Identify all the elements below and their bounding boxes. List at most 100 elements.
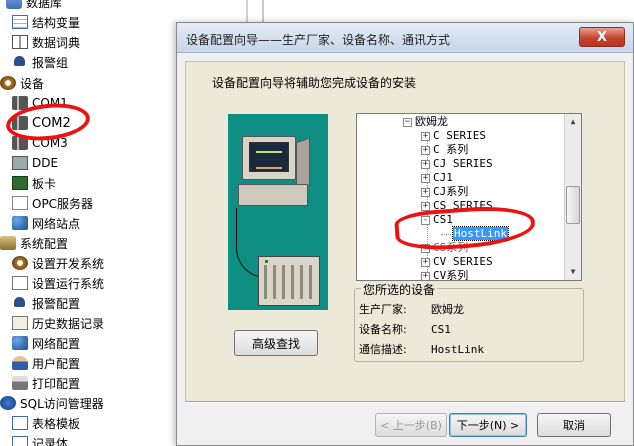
tree-node-label: CJ SERIES — [433, 157, 493, 170]
scroll-up-icon[interactable]: ▲ — [565, 114, 581, 130]
tree-node[interactable]: + C SERIES — [421, 129, 486, 143]
comm-label: 通信描述: — [359, 343, 407, 356]
tree-node-label: CV系列 — [433, 269, 469, 281]
prev-label: < 上一步(B) — [380, 419, 442, 432]
tree-node-label: CS SERIES — [433, 199, 493, 212]
expand-icon[interactable]: + — [421, 159, 430, 169]
cancel-button[interactable]: 取消 — [537, 413, 611, 437]
tree-node[interactable]: + CJ SERIES — [421, 157, 493, 171]
tree-node[interactable]: + CS SERIES — [421, 199, 493, 213]
expand-icon[interactable]: + — [421, 257, 430, 267]
serial-port-icon — [12, 136, 28, 150]
expand-icon[interactable]: + — [421, 145, 430, 155]
expand-icon[interactable]: + — [421, 131, 430, 141]
tree-item-label: 设备 — [20, 76, 45, 91]
tree-item-board[interactable]: 板卡 — [12, 173, 56, 193]
tree-node[interactable]: + CV SERIES — [421, 255, 493, 269]
close-button[interactable]: X — [579, 27, 625, 47]
tree-item-label: 板卡 — [32, 176, 57, 191]
history-icon — [12, 316, 28, 330]
tree-node[interactable]: + CJ1 — [421, 171, 453, 185]
table-icon — [12, 15, 28, 29]
expand-icon[interactable]: + — [421, 187, 430, 197]
tree-item-devices[interactable]: 设备 — [0, 73, 44, 93]
tree-item-print-config[interactable]: 打印配置 — [12, 373, 80, 393]
expand-icon[interactable]: + — [421, 173, 430, 183]
expand-icon[interactable]: + — [421, 201, 430, 211]
expand-icon[interactable]: + — [421, 243, 430, 253]
tree-item-network-config[interactable]: 网络配置 — [12, 333, 80, 353]
device-icon — [0, 76, 16, 90]
collapse-icon[interactable]: - — [421, 215, 430, 225]
tree-item-com1[interactable]: COM1 — [12, 93, 68, 113]
tree-item-user-config[interactable]: 用户配置 — [12, 353, 80, 373]
tree-node[interactable]: + CJ系列 — [421, 185, 468, 199]
tree-item-table-template[interactable]: 表格模板 — [12, 413, 80, 433]
tree-node-cs1[interactable]: - CS1 — [421, 213, 453, 227]
tree-item-sql-manager[interactable]: SQL访问管理器 — [0, 393, 104, 413]
scrollbar-thumb[interactable] — [566, 186, 580, 224]
tree-item-label: 表格模板 — [32, 416, 81, 431]
tree-item-alarm-group[interactable]: 报警组 — [12, 52, 68, 72]
tree-node[interactable]: + CS系列 — [421, 241, 468, 255]
tree-item-label: 用户配置 — [32, 356, 81, 371]
plc-icon — [258, 256, 320, 306]
dialog-title: 设备配置向导——生产厂家、设备名称、通讯方式 — [186, 33, 451, 47]
manufacturer-label: 生产厂家: — [359, 303, 407, 316]
tree-item-history[interactable]: 历史数据记录 — [12, 313, 104, 333]
system-icon — [0, 236, 16, 250]
device-name-label: 设备名称: — [359, 323, 407, 336]
tree-item-dev-system[interactable]: 设置开发系统 — [12, 253, 104, 273]
user-icon — [12, 356, 28, 370]
tree-node-label: 欧姆龙 — [415, 115, 448, 128]
dialog-titlebar[interactable]: 设备配置向导——生产厂家、设备名称、通讯方式 X — [177, 23, 633, 53]
tree-node-hostlink[interactable]: HostLink — [441, 226, 509, 241]
tree-item-label: 设置开发系统 — [32, 256, 105, 271]
vertical-scrollbar[interactable]: ▲ ▼ — [564, 114, 581, 280]
next-button[interactable]: 下一步(N) > — [449, 413, 527, 437]
intro-text: 设备配置向导将辅助您完成设备的安装 — [212, 76, 417, 90]
tree-item-system-config[interactable]: 系统配置 — [0, 233, 68, 253]
prev-button[interactable]: < 上一步(B) — [375, 413, 447, 437]
advanced-search-label: 高级查找 — [251, 336, 300, 351]
tree-node-omron[interactable]: − 欧姆龙 — [403, 115, 448, 129]
tree-node-label: CS系列 — [433, 241, 469, 254]
tree-item-alarm-config[interactable]: 报警配置 — [12, 293, 80, 313]
network-icon — [12, 336, 28, 350]
tree-item-struct-vars[interactable]: 结构变量 — [12, 12, 80, 32]
scroll-down-icon[interactable]: ▼ — [565, 264, 581, 280]
serial-port-icon — [12, 96, 28, 110]
tree-item-label: 设置运行系统 — [32, 276, 105, 291]
button-separator — [185, 401, 625, 403]
tree-item-opc-server[interactable]: OPC服务器 — [12, 193, 93, 213]
tree-node[interactable]: + CV系列 — [421, 269, 469, 281]
database-icon — [6, 0, 22, 9]
tree-item-database[interactable]: 数据库 — [6, 0, 62, 12]
collapse-icon[interactable]: − — [403, 117, 412, 127]
dialog-body: 设备配置向导将辅助您完成设备的安装 高级查找 − 欧姆龙 + C SERIES + C… — [185, 61, 625, 403]
tree-node-label: CJ1 — [433, 171, 453, 184]
tree-node[interactable]: + C 系列 — [421, 143, 468, 157]
tree-item-com2[interactable]: COM2 — [12, 113, 71, 133]
tree-node-label: CS1 — [433, 213, 453, 226]
comm-row: 通信描述: HostLink — [359, 341, 484, 357]
tree-item-label: COM2 — [32, 115, 71, 131]
alarm-icon — [12, 55, 28, 69]
device-tree[interactable]: − 欧姆龙 + C SERIES + C 系列 + CJ SERIES + CJ1 + CJ… — [356, 113, 582, 281]
card-icon — [12, 176, 28, 190]
tree-item-label: 历史数据记录 — [32, 316, 105, 331]
expand-icon[interactable]: + — [421, 271, 430, 280]
close-icon: X — [596, 29, 608, 45]
tree-item-record[interactable]: 记录体 — [12, 433, 68, 446]
tree-item-run-system[interactable]: 设置运行系统 — [12, 273, 104, 293]
alarm-icon — [12, 296, 28, 310]
selected-device-group: 您所选的设备 生产厂家: 欧姆龙 设备名称: CS1 通信描述: HostLink — [354, 281, 584, 362]
tree-connector — [441, 233, 451, 235]
tree-item-data-dictionary[interactable]: 数据词典 — [12, 32, 80, 52]
tree-item-dde[interactable]: DDE — [12, 153, 58, 173]
tree-item-network-station[interactable]: 网络站点 — [12, 213, 80, 233]
advanced-search-button[interactable]: 高级查找 — [234, 330, 318, 356]
tree-item-com3[interactable]: COM3 — [12, 133, 68, 153]
network-icon — [12, 216, 28, 230]
book-icon — [12, 35, 28, 49]
